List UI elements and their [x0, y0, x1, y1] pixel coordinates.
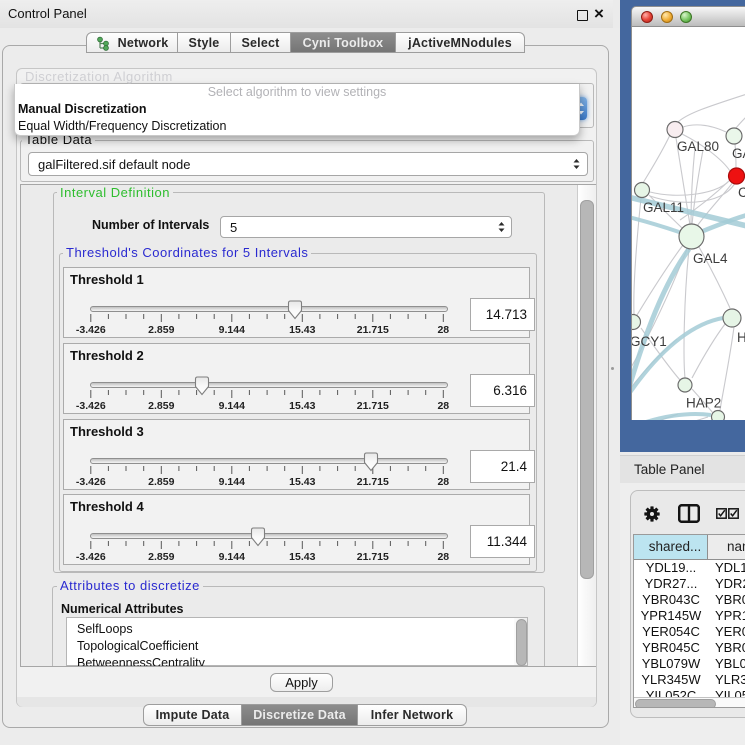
svg-text:GAL11: GAL11	[643, 200, 684, 215]
svg-text:GAL4: GAL4	[693, 251, 728, 266]
svg-text:H: H	[737, 330, 745, 345]
svg-text:C: C	[738, 185, 745, 200]
svg-text:GAL80: GAL80	[677, 139, 719, 154]
svg-text:HAP2: HAP2	[686, 396, 721, 411]
svg-text:GCY1: GCY1	[632, 334, 667, 349]
svg-text:GA: GA	[732, 146, 745, 161]
